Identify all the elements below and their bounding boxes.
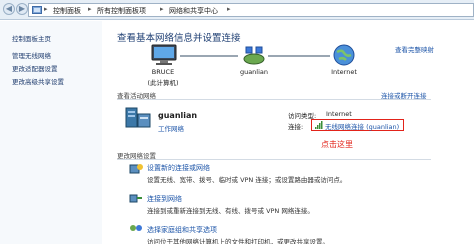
task-new-connection[interactable]: 设置新的连接或网络 [147, 163, 210, 173]
connect-disconnect-link[interactable]: 连接或断开连接 [381, 90, 427, 100]
connect-network-icon [129, 194, 142, 203]
homegroup-icon [130, 225, 142, 231]
task-homegroup[interactable]: 选择家庭组和共享选项 [147, 225, 217, 235]
new-connection-icon [129, 164, 143, 174]
breadcrumb-item-control-panel[interactable]: 控制面板 [53, 6, 81, 16]
map-computer-sub: (此计算机) [147, 79, 179, 87]
wireless-signal-icon [315, 121, 323, 129]
sidebar-item-control-panel-home[interactable]: 控制面板主页 [12, 33, 51, 43]
task-connect-network-desc: 连接到或重新连接到无线、有线、拨号或 VPN 网络连接。 [147, 207, 314, 215]
sidebar-item-adapter-settings[interactable]: 更改适配器设置 [12, 63, 58, 73]
full-map-link[interactable]: 查看完整映射 [395, 44, 434, 54]
chevron-right-icon[interactable]: ▸ [227, 5, 231, 13]
breadcrumb-item-network-center[interactable]: 网络和共享中心 [169, 6, 218, 16]
connections-label: 连接: [288, 123, 304, 131]
breadcrumb-item-all-items[interactable]: 所有控制面板项 [97, 6, 146, 16]
click-here-annotation: 点击这里 [321, 140, 353, 149]
work-network-icon [125, 107, 151, 128]
breadcrumb[interactable]: ▸ 控制面板 ▸ 所有控制面板项 ▸ 网络和共享中心 ▸ [28, 3, 474, 17]
task-connect-network[interactable]: 连接到网络 [147, 194, 182, 204]
network-type-link[interactable]: 工作网络 [158, 123, 184, 133]
network-name: guanlian [158, 111, 198, 120]
chevron-right-icon[interactable]: ▸ [44, 5, 48, 13]
globe-icon [333, 44, 355, 66]
map-internet[interactable]: Internet [326, 68, 362, 76]
back-icon[interactable]: ◀ [3, 3, 15, 15]
control-panel-icon [32, 6, 42, 14]
connection-line [268, 55, 330, 57]
network-icon [243, 46, 265, 65]
map-network-name[interactable]: guanlian [236, 68, 272, 76]
chevron-right-icon[interactable]: ▸ [160, 5, 164, 13]
address-bar: ◀ ▶ ▸ 控制面板 ▸ 所有控制面板项 ▸ 网络和共享中心 ▸ [0, 0, 474, 20]
map-computer-name: BRUCE [151, 68, 175, 76]
sidebar-item-advanced-sharing[interactable]: 更改高级共享设置 [12, 76, 64, 86]
forward-icon[interactable]: ▶ [16, 3, 28, 15]
computer-icon [151, 44, 177, 65]
task-new-connection-desc: 设置无线、宽带、拨号、临时或 VPN 连接；或设置路由器或访问点。 [147, 176, 347, 184]
task-homegroup-desc: 访问位于其他网络计算机上的文件和打印机，或更改共享设置。 [147, 238, 329, 244]
access-type-value: Internet [326, 110, 352, 118]
wireless-connection-link[interactable]: 无线网络连接 (guanlian) [325, 121, 399, 131]
page-title: 查看基本网络信息并设置连接 [117, 33, 241, 44]
sidebar-item-manage-wireless[interactable]: 管理无线网络 [12, 50, 51, 60]
chevron-right-icon[interactable]: ▸ [88, 5, 92, 13]
section-divider [117, 159, 431, 160]
connection-line [180, 55, 238, 57]
